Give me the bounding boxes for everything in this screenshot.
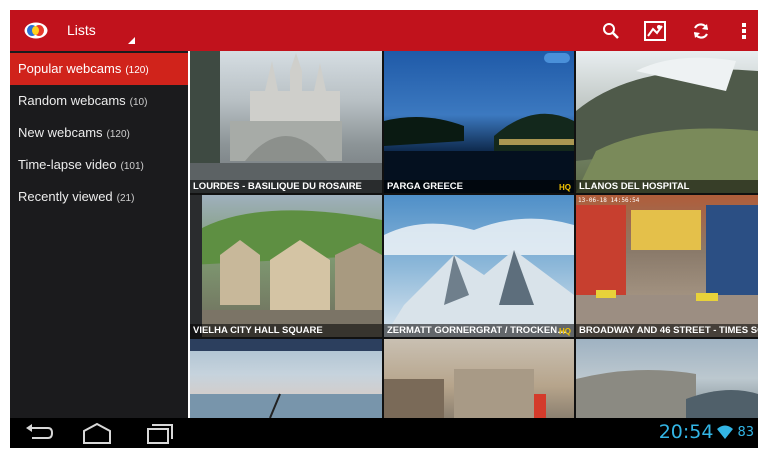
sidebar-item-label: Popular webcams (18, 61, 122, 76)
webcam-title: BROADWAY AND 46 STREET - TIMES SQ (576, 324, 758, 337)
spinner-dropdown-icon (128, 37, 135, 44)
map-button[interactable] (640, 16, 670, 46)
overflow-menu-button[interactable] (729, 16, 758, 46)
back-icon (26, 424, 54, 439)
webcam-thumbnail (190, 51, 382, 193)
sidebar-item-count: (120) (106, 129, 130, 140)
clock: 20:54 (658, 421, 714, 443)
webcam-title: VIELHA CITY HALL SQUARE (190, 324, 382, 337)
webcam-thumbnail (576, 370, 758, 418)
home-button[interactable] (80, 421, 114, 445)
overflow-menu-icon (742, 23, 746, 39)
webcam-thumbnail (190, 195, 382, 337)
sidebar-item-count: (21) (116, 193, 135, 204)
sidebar-item-count: (10) (129, 97, 148, 108)
refresh-button[interactable] (686, 16, 716, 46)
webcam-thumbnail (576, 205, 758, 337)
sidebar-item-label: Time-lapse video (18, 157, 117, 172)
sidebar-item-recently-viewed[interactable]: Recently viewed (21) (10, 181, 188, 213)
action-bar: Lists (10, 10, 758, 51)
webcam-title: LOURDES - BASILIQUE DU ROSAIRE (190, 180, 382, 193)
sidebar-item-popular-webcams[interactable]: Popular webcams (120) (10, 53, 188, 85)
webcam-thumbnail (384, 369, 546, 418)
status-area[interactable]: 20:54 83 (659, 421, 754, 443)
webcam-title: PARGA GREECE (384, 180, 574, 193)
battery-level: 83 (737, 424, 754, 440)
recent-apps-icon (147, 424, 173, 444)
webcam-title: LLANOS DEL HOSPITAL (576, 180, 758, 193)
hq-badge: HQ (559, 183, 571, 192)
back-button[interactable] (22, 421, 56, 445)
webcam-tile-vielha[interactable]: VIELHA CITY HALL SQUARE (190, 195, 382, 337)
webcam-thumbnail (190, 339, 382, 418)
sidebar-item-label: Recently viewed (18, 189, 113, 204)
webcam-thumbnail (384, 53, 574, 193)
webcam-tile-beach[interactable] (190, 339, 382, 418)
webcam-thumbnail (576, 57, 758, 193)
system-nav-bar: 20:54 83 (10, 418, 758, 448)
sidebar-item-count: (101) (120, 161, 144, 172)
sidebar-item-new-webcams[interactable]: New webcams (120) (10, 117, 188, 149)
list-sidebar: Popular webcams (120) Random webcams (10) … (10, 51, 188, 418)
webcam-grid: LOURDES - BASILIQUE DU ROSAIRE PARGA GRE… (190, 51, 758, 418)
map-icon (644, 21, 666, 41)
app-logo-icon[interactable] (24, 22, 48, 39)
webcam-tile-lourdes[interactable]: LOURDES - BASILIQUE DU ROSAIRE (190, 51, 382, 193)
webcam-tile-llanos[interactable]: LLANOS DEL HOSPITAL (576, 51, 758, 193)
webcam-tile-zermatt[interactable]: ZERMATT GORNERGRAT / TROCKEN… HQ (384, 195, 574, 337)
recent-apps-button[interactable] (142, 421, 176, 445)
webcam-timestamp: 13-06-18 14:56:54 (578, 197, 640, 204)
webcam-title: ZERMATT GORNERGRAT / TROCKEN… (384, 324, 574, 337)
refresh-icon (693, 23, 709, 39)
list-spinner[interactable]: Lists (64, 10, 144, 51)
search-button[interactable] (596, 16, 626, 46)
spinner-label: Lists (67, 22, 96, 38)
sidebar-item-label: Random webcams (18, 93, 126, 108)
home-icon (83, 422, 111, 444)
hq-badge: HQ (559, 327, 571, 336)
webcam-tile-parga[interactable]: PARGA GREECE HQ (384, 51, 574, 193)
webcam-thumbnail (384, 218, 574, 337)
sidebar-item-time-lapse-video[interactable]: Time-lapse video (101) (10, 149, 188, 181)
search-icon (603, 23, 619, 39)
sidebar-item-random-webcams[interactable]: Random webcams (10) (10, 85, 188, 117)
webcam-tile-town[interactable] (384, 339, 574, 418)
wifi-icon (717, 425, 734, 439)
webcam-tile-coast[interactable] (576, 339, 758, 418)
webcam-tile-broadway[interactable]: 13-06-18 14:56:54 BROADWAY AND 46 STREET… (576, 195, 758, 337)
sidebar-item-count: (120) (125, 65, 149, 76)
sidebar-item-label: New webcams (18, 125, 103, 140)
